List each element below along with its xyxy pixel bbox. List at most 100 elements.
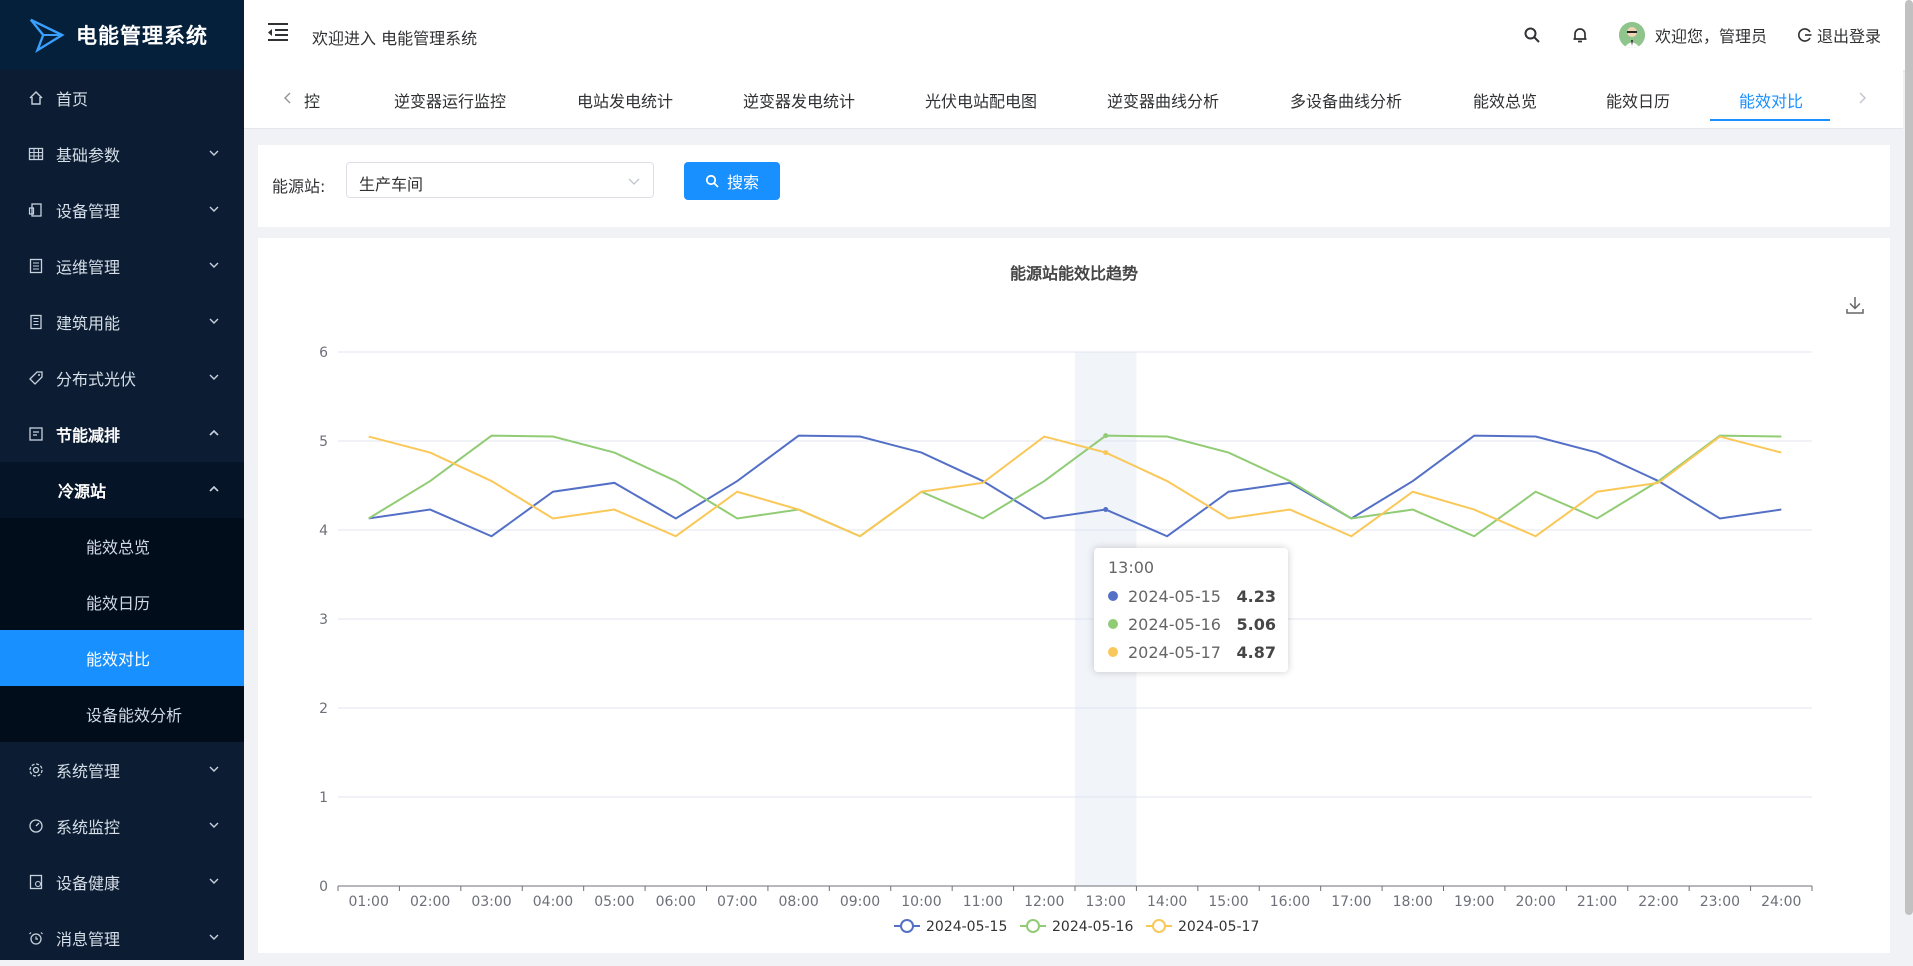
sidebar-item-ops-mgmt[interactable]: 运维管理 (0, 238, 244, 294)
x-tick-label: 10:00 (901, 894, 941, 910)
sidebar-item-message-mgmt[interactable]: 消息管理 (0, 910, 244, 966)
x-tick-label: 14:00 (1147, 894, 1187, 910)
tooltip-series-name: 2024-05-16 (1128, 614, 1221, 634)
sidebar-item-system-monitor[interactable]: 系统监控 (0, 798, 244, 854)
chevron-down-icon (209, 934, 219, 940)
tooltip-series-value: 4.23 (1236, 586, 1276, 606)
sidebar-item-device-efficiency[interactable]: 设备能效分析 (0, 686, 244, 742)
chart-panel: 能源站能效比趋势 0 1 2 3 4 5 6 01:00 02:00 03:00 04:00 05:0… (258, 238, 1890, 953)
legend-label: 2024-05-17 (1178, 919, 1259, 935)
sidebar-item-label: 分布式光伏 (56, 370, 137, 389)
sidebar-item-system-mgmt[interactable]: 系统管理 (0, 742, 244, 798)
x-tick-label: 11:00 (963, 894, 1003, 910)
sidebar-item-home[interactable]: 首页 (0, 70, 244, 126)
building-icon (28, 314, 44, 330)
sidebar-item-cold-station[interactable]: 冷源站 (0, 462, 244, 518)
page-scrollbar[interactable] (1905, 0, 1913, 915)
logo-icon (29, 18, 65, 54)
tab-inverter-generation[interactable]: 逆变器发电统计 (743, 88, 855, 112)
chart-tooltip: 13:00 2024-05-15 4.23 2024-05-16 5.06 20… (1094, 548, 1288, 672)
search-icon[interactable] (1523, 26, 1541, 44)
sidebar-item-building-energy[interactable]: 建筑用能 (0, 294, 244, 350)
sidebar-item-efficiency-compare[interactable]: 能效对比 (0, 630, 244, 686)
sidebar-item-label: 设备能效分析 (86, 706, 183, 725)
tab-efficiency-compare[interactable]: 能效对比 (1739, 88, 1803, 112)
sidebar-item-label: 系统管理 (56, 762, 121, 781)
y-tick-label: 6 (319, 345, 328, 361)
sidebar-item-distributed-pv[interactable]: 分布式光伏 (0, 350, 244, 406)
bell-icon[interactable] (1571, 26, 1589, 44)
line-chart[interactable]: 0 1 2 3 4 5 6 01:00 02:00 03:00 04:00 05:00 06:00 07:… (258, 238, 1890, 953)
legend-marker (900, 919, 914, 933)
sidebar-item-label: 运维管理 (56, 258, 121, 277)
sidebar-item-efficiency-calendar[interactable]: 能效日历 (0, 574, 244, 630)
gear-icon (28, 762, 44, 778)
x-tick-label: 07:00 (717, 894, 757, 910)
x-tick-label: 08:00 (778, 894, 818, 910)
sidebar-item-label: 建筑用能 (56, 314, 121, 333)
x-tick-label: 12:00 (1024, 894, 1064, 910)
tooltip-row: 2024-05-15 4.23 (1108, 586, 1276, 606)
sidebar-item-device-mgmt[interactable]: 设备管理 (0, 182, 244, 238)
tab-pv-distribution[interactable]: 光伏电站配电图 (925, 88, 1037, 112)
sidebar-item-label: 节能减排 (56, 426, 121, 445)
x-tick-label: 04:00 (533, 894, 573, 910)
sidebar-item-basic-params[interactable]: 基础参数 (0, 126, 244, 182)
sidebar-item-efficiency-overview[interactable]: 能效总览 (0, 518, 244, 574)
x-tick-label: 05:00 (594, 894, 634, 910)
sidebar-item-label: 首页 (56, 90, 89, 109)
tab-bar: 控 逆变器运行监控 电站发电统计 逆变器发电统计 光伏电站配电图 逆变器曲线分析… (244, 70, 1903, 129)
x-tick-label: 24:00 (1761, 894, 1801, 910)
app-title: 电能管理系统 (76, 24, 208, 48)
station-select[interactable]: 生产车间 (346, 162, 654, 198)
logout-button[interactable]: 退出登录 (1797, 23, 1881, 47)
sidebar-item-label: 消息管理 (56, 930, 121, 949)
sidebar-item-label: 设备健康 (56, 874, 121, 893)
x-tick-label: 21:00 (1577, 894, 1617, 910)
tab-station-generation[interactable]: 电站发电统计 (577, 88, 673, 112)
tooltip-series-value: 5.06 (1236, 614, 1276, 634)
tab-efficiency-calendar[interactable]: 能效日历 (1606, 88, 1670, 112)
menu-fold-icon[interactable] (266, 22, 290, 42)
tab-multi-device-curve[interactable]: 多设备曲线分析 (1290, 88, 1402, 112)
chevron-down-icon (209, 206, 219, 212)
list-icon (28, 258, 44, 274)
legend-label: 2024-05-16 (1052, 919, 1133, 935)
chevron-down-icon (209, 766, 219, 772)
chevron-down-icon (209, 822, 219, 828)
x-tick-label: 18:00 (1393, 894, 1433, 910)
chevron-down-icon (209, 318, 219, 324)
submenu-energy-saving: 冷源站 能效总览 能效日历 能效对比 设备能效分析 (0, 462, 244, 742)
tab-inverter-monitor[interactable]: 逆变器运行监控 (394, 88, 506, 112)
data-point (1103, 450, 1109, 456)
tooltip-row: 2024-05-17 4.87 (1108, 642, 1276, 662)
chevron-left-icon[interactable] (280, 90, 296, 106)
sidebar-item-device-health[interactable]: 设备健康 (0, 854, 244, 910)
station-label: 能源站: (272, 177, 326, 196)
station-select-value: 生产车间 (359, 175, 424, 194)
search-icon (705, 174, 719, 188)
tab-efficiency-overview[interactable]: 能效总览 (1473, 88, 1537, 112)
y-tick-label: 2 (319, 701, 328, 717)
user-greeting[interactable]: 欢迎您，管理员 (1655, 23, 1767, 47)
chevron-right-icon[interactable] (1854, 90, 1870, 106)
y-tick-label: 3 (319, 612, 328, 628)
x-tick-label: 13:00 (1086, 894, 1126, 910)
chevron-down-icon (209, 878, 219, 884)
avatar[interactable] (1618, 22, 1645, 48)
tab-monitor-partial[interactable]: 控 (304, 88, 320, 112)
series-dot (1108, 591, 1118, 601)
x-tick-label: 09:00 (840, 894, 880, 910)
data-point (1103, 507, 1109, 513)
legend-marker (1152, 919, 1166, 933)
x-tick-label: 16:00 (1270, 894, 1310, 910)
tab-inverter-curve[interactable]: 逆变器曲线分析 (1107, 88, 1219, 112)
sidebar: 电能管理系统 首页 基础参数 设备管理 运维管理 建筑用能 分布式光伏 节能减排… (0, 0, 244, 960)
sidebar-item-energy-saving[interactable]: 节能减排 (0, 406, 244, 462)
filter-panel: 能源站: 生产车间 搜索 (258, 145, 1890, 227)
x-tick-label: 22:00 (1638, 894, 1678, 910)
series-dot (1108, 619, 1118, 629)
legend-marker (1026, 919, 1040, 933)
logout-label: 退出登录 (1816, 27, 1881, 46)
search-button[interactable]: 搜索 (684, 162, 780, 200)
